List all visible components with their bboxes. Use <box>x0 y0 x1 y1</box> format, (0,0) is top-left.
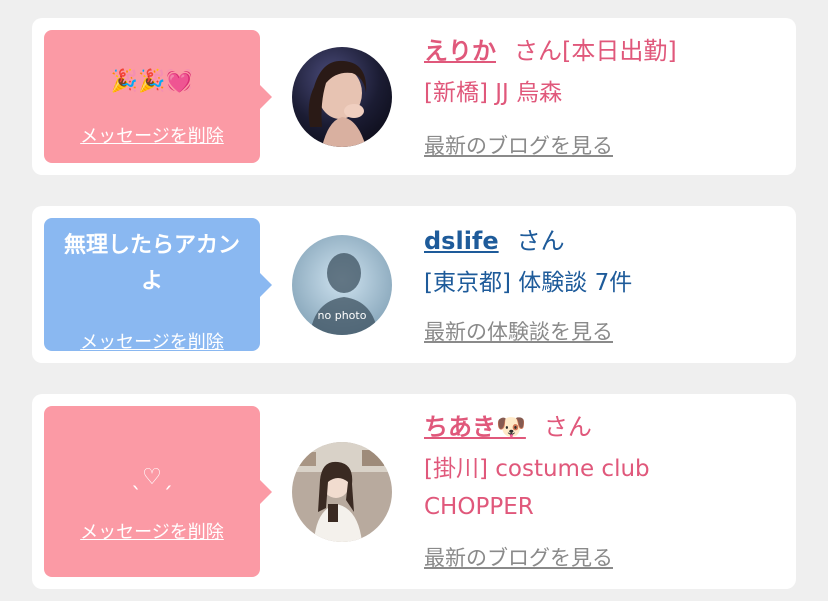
message-card: ˎ♡ˏ メッセージを削除 ちあき🐶 さん [掛川] costume club CH… <box>32 394 796 589</box>
message-text: ˎ♡ˏ <box>131 465 173 490</box>
no-photo-placeholder: no photo <box>292 235 392 335</box>
shop-info: [掛川] costume club CHOPPER <box>424 450 788 526</box>
user-photo <box>292 47 392 147</box>
honorific: さん <box>516 227 565 255</box>
sender-info: ちあき🐶 さん [掛川] costume club CHOPPER 最新のブログを… <box>424 410 788 572</box>
message-bubble: 無理したらアカン よ メッセージを削除 <box>44 218 272 354</box>
review-info: [東京都] 体験談 7件 <box>424 270 633 296</box>
message-text: 🎉🎉💓 <box>110 69 194 94</box>
message-bubble: ˎ♡ˏ メッセージを削除 <box>44 406 272 577</box>
honorific-status: さん[本日出勤] <box>514 37 677 65</box>
latest-blog-link[interactable]: 最新のブログを見る <box>424 130 613 160</box>
shop-info: [新橋] JJ 烏森 <box>424 80 563 106</box>
message-bubble: 🎉🎉💓 メッセージを削除 <box>44 30 272 163</box>
latest-blog-link[interactable]: 最新のブログを見る <box>424 542 613 572</box>
sender-name-link[interactable]: dslife <box>424 227 499 255</box>
sender-name-link[interactable]: えりか <box>424 37 496 65</box>
message-card: 🎉🎉💓 メッセージを削除 えりか さん[本日出勤] [新橋] JJ 烏森 最新のブ… <box>32 18 796 175</box>
sender-info: dslife さん [東京都] 体験談 7件 最新の体験談を見る <box>424 224 788 346</box>
avatar[interactable]: no photo <box>292 235 392 335</box>
sender-info: えりか さん[本日出勤] [新橋] JJ 烏森 最新のブログを見る <box>424 34 788 160</box>
message-card: 無理したらアカン よ メッセージを削除 no photo dslife さん [東… <box>32 206 796 363</box>
latest-review-link[interactable]: 最新の体験談を見る <box>424 316 613 346</box>
user-photo <box>292 442 392 542</box>
sender-name-link[interactable]: ちあき🐶 <box>424 413 526 441</box>
delete-message-link[interactable]: メッセージを削除 <box>44 122 260 148</box>
shop-info-line: CHOPPER <box>424 494 534 520</box>
honorific: さん <box>543 413 592 441</box>
message-text: 無理したらアカン よ <box>63 233 240 294</box>
shop-info-line: [掛川] costume club <box>424 456 650 482</box>
delete-message-link[interactable]: メッセージを削除 <box>44 518 260 544</box>
delete-message-link[interactable]: メッセージを削除 <box>44 328 260 354</box>
avatar[interactable] <box>292 442 392 542</box>
no-photo-text: no photo <box>318 309 367 322</box>
avatar[interactable] <box>292 47 392 147</box>
